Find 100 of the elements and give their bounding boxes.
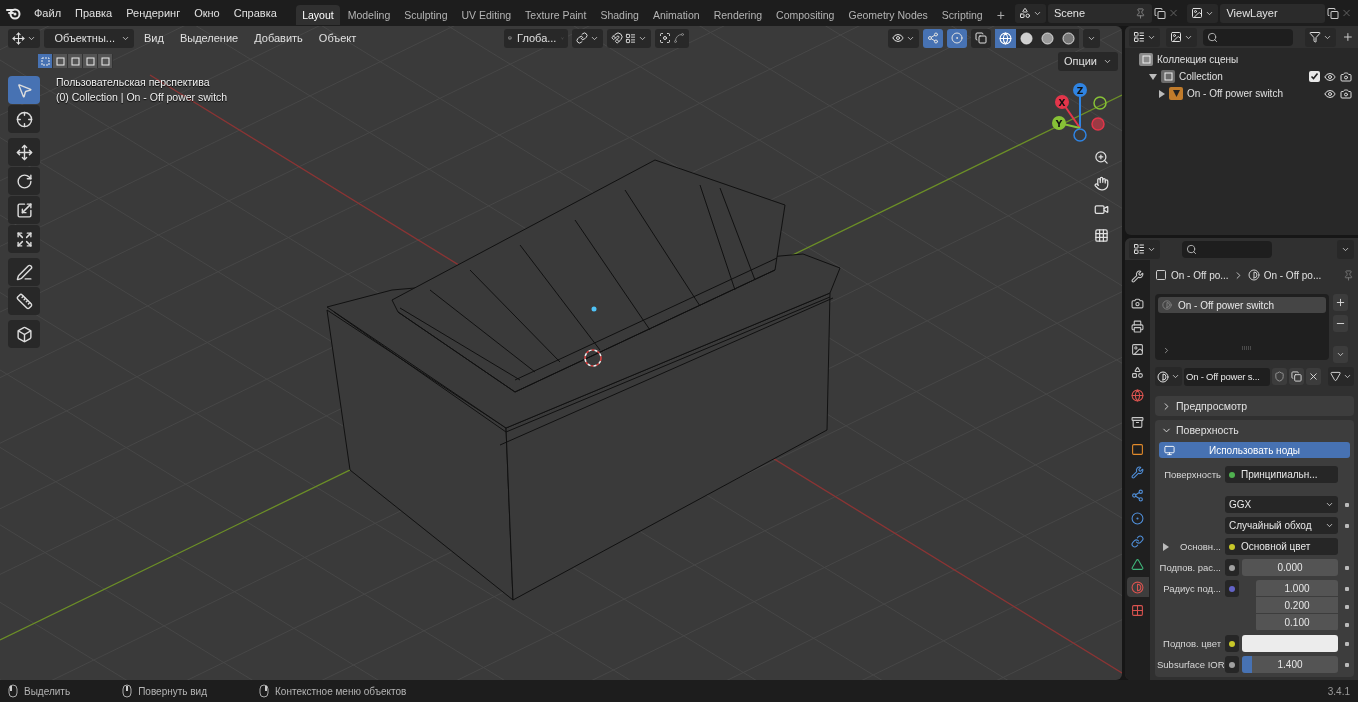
axis-handle[interactable]: Y xyxy=(1052,116,1066,130)
chevron-right-icon[interactable] xyxy=(1162,346,1171,355)
eye-icon[interactable] xyxy=(1324,70,1336,83)
editor-type-button[interactable] xyxy=(1129,27,1160,47)
dropdown[interactable]: Случайный обход xyxy=(1225,517,1338,534)
menu-item[interactable]: Файл xyxy=(28,4,68,22)
axis-handle[interactable] xyxy=(1093,96,1107,110)
add-workspace-button[interactable]: + xyxy=(990,3,1011,26)
xray-toggle[interactable] xyxy=(971,28,991,48)
copy-icon[interactable] xyxy=(1154,6,1167,20)
workspace-tab[interactable]: Texture Paint xyxy=(519,5,593,25)
copy-icon[interactable] xyxy=(1326,6,1339,20)
outliner-item[interactable]: Коллекция сцены xyxy=(1157,54,1352,65)
axis-handle[interactable] xyxy=(1073,128,1087,142)
camera-icon[interactable] xyxy=(1340,87,1352,100)
select-box-tool[interactable] xyxy=(8,76,40,104)
breadcrumb-item[interactable]: On - Off po... xyxy=(1171,269,1229,281)
blender-logo-icon[interactable] xyxy=(6,6,22,20)
select-mode-button[interactable] xyxy=(38,54,53,68)
number-field[interactable]: 1.000 xyxy=(1256,580,1338,597)
visibility-dropdown[interactable] xyxy=(888,28,919,48)
new-collection-icon[interactable] xyxy=(1342,31,1354,43)
workspace-tab[interactable]: Rendering xyxy=(707,5,769,25)
remove-slot-button[interactable] xyxy=(1333,315,1348,332)
slider-field[interactable]: 1.400 xyxy=(1242,656,1338,673)
rotate-tool[interactable] xyxy=(8,167,40,195)
select-mode-button[interactable] xyxy=(68,54,83,68)
workspace-tab[interactable]: Scripting xyxy=(935,5,989,25)
socket-button[interactable] xyxy=(1225,656,1239,673)
material-browse-button[interactable] xyxy=(1155,367,1182,386)
panel-header[interactable]: Поверхность xyxy=(1155,420,1354,440)
viewport-menu-item[interactable]: Вид xyxy=(138,30,170,46)
annotate-tool[interactable] xyxy=(8,258,40,286)
number-field[interactable]: 0.000 xyxy=(1242,559,1338,576)
link-type-button[interactable] xyxy=(1328,367,1354,386)
view-layer-field[interactable]: ViewLayer xyxy=(1220,3,1325,23)
add-cube-tool[interactable] xyxy=(8,320,40,348)
material-slot[interactable]: On - Off power switch xyxy=(1158,297,1326,313)
mode-dropdown[interactable]: Объектны... xyxy=(44,28,134,48)
select-mode-button[interactable] xyxy=(53,54,68,68)
outliner-item[interactable]: Collection xyxy=(1179,71,1305,82)
eye-icon[interactable] xyxy=(1324,87,1336,100)
expand-toggle[interactable] xyxy=(1163,542,1169,551)
number-field[interactable]: 0.200 xyxy=(1256,597,1338,614)
filter-button[interactable] xyxy=(1305,27,1337,47)
socket-button[interactable] xyxy=(1225,559,1239,576)
editor-type-button[interactable] xyxy=(1129,239,1160,259)
viewport-menu-item[interactable]: Добавить xyxy=(248,30,309,46)
pivot-dropdown[interactable] xyxy=(572,28,604,48)
options-dropdown[interactable]: Опции xyxy=(1057,51,1118,71)
view-layer-browse-button[interactable] xyxy=(1187,3,1219,23)
search-field[interactable] xyxy=(1182,240,1272,258)
axis-handle[interactable] xyxy=(1091,117,1105,131)
proportional-edit-button[interactable] xyxy=(655,28,690,48)
axis-handle[interactable]: Z xyxy=(1073,83,1087,97)
shading-mode-button[interactable] xyxy=(995,28,1016,48)
gizmo-toggle[interactable] xyxy=(923,28,943,48)
menu-item[interactable]: Окно xyxy=(188,4,226,22)
shading-mode-button[interactable] xyxy=(1058,28,1079,48)
scale-tool[interactable] xyxy=(8,196,40,224)
camera-icon[interactable] xyxy=(1340,70,1352,83)
menu-item[interactable]: Справка xyxy=(227,4,283,22)
workspace-tab[interactable]: Sculpting xyxy=(398,5,454,25)
resize-grip-icon[interactable] xyxy=(1241,346,1252,350)
workspace-tab[interactable]: Geometry Nodes xyxy=(842,5,934,25)
add-slot-button[interactable] xyxy=(1333,294,1348,311)
menu-item[interactable]: Правка xyxy=(69,4,119,22)
unlink-button[interactable] xyxy=(1306,368,1321,385)
outliner-item[interactable]: On - Off power switch xyxy=(1187,88,1320,99)
workspace-tab[interactable]: Layout xyxy=(296,5,340,25)
workspace-tab[interactable]: Modeling xyxy=(341,5,397,25)
transform-tool[interactable] xyxy=(8,225,40,253)
measure-tool[interactable] xyxy=(8,287,40,315)
dropdown[interactable]: GGX xyxy=(1225,496,1338,513)
scene-field[interactable]: Scene xyxy=(1047,3,1153,23)
material-name-field[interactable]: On - Off power s... xyxy=(1184,367,1270,386)
number-field[interactable]: 0.100 xyxy=(1256,614,1338,631)
scene-browse-button[interactable] xyxy=(1014,3,1046,23)
workspace-tab[interactable]: Shading xyxy=(594,5,645,25)
move-tool[interactable] xyxy=(8,138,40,166)
orientation-dropdown[interactable]: Глоба... xyxy=(504,28,569,48)
use-nodes-button[interactable]: Использовать ноды xyxy=(1159,442,1350,458)
shading-mode-button[interactable] xyxy=(1016,28,1037,48)
linked-node-field[interactable]: Основной цвет xyxy=(1225,538,1338,555)
copy-button[interactable] xyxy=(1289,368,1304,385)
workspace-tab[interactable]: UV Editing xyxy=(455,5,518,25)
linked-node-field[interactable]: Принципиальн... xyxy=(1225,466,1338,483)
panel-header[interactable]: Предпросмотр xyxy=(1155,396,1354,416)
workspace-tab[interactable]: Animation xyxy=(646,5,706,25)
menu-item[interactable]: Рендеринг xyxy=(120,4,187,22)
cursor-tool[interactable] xyxy=(8,105,40,133)
editor-type-button[interactable] xyxy=(8,28,40,48)
fake-user-button[interactable] xyxy=(1272,368,1287,385)
snap-button[interactable] xyxy=(607,28,652,48)
color-swatch[interactable] xyxy=(1242,635,1338,652)
viewport-menu-item[interactable]: Объект xyxy=(312,30,363,46)
material-tab[interactable] xyxy=(1126,577,1149,597)
axis-handle[interactable]: X xyxy=(1055,95,1069,109)
socket-button[interactable] xyxy=(1225,635,1239,652)
overlays-toggle[interactable] xyxy=(947,28,967,48)
